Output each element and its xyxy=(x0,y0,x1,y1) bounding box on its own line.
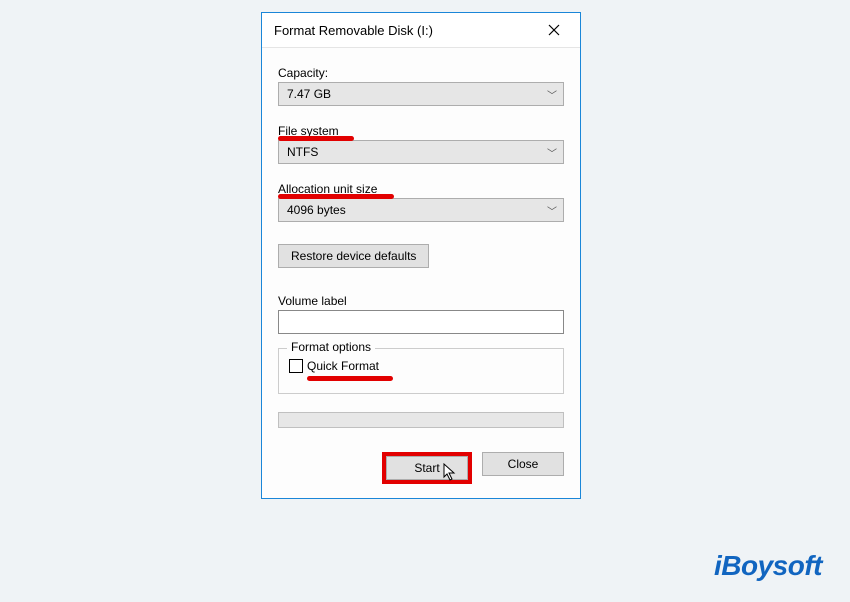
chevron-down-icon: ﹀ xyxy=(547,145,557,160)
dialog-button-row: Start Close xyxy=(278,452,564,484)
dialog-body: Capacity: 7.47 GB ﹀ File system NTFS ﹀ A… xyxy=(262,48,580,498)
filesystem-dropdown[interactable]: NTFS ﹀ xyxy=(278,140,564,164)
progress-bar xyxy=(278,412,564,428)
cursor-icon xyxy=(443,463,457,481)
checkbox-icon[interactable] xyxy=(289,359,303,373)
format-options-group: Format options Quick Format xyxy=(278,348,564,394)
chevron-down-icon: ﹀ xyxy=(547,203,557,218)
filesystem-label: File system xyxy=(278,124,339,138)
capacity-dropdown[interactable]: 7.47 GB ﹀ xyxy=(278,82,564,106)
allocation-value: 4096 bytes xyxy=(287,203,346,217)
dialog-title: Format Removable Disk (I:) xyxy=(274,23,433,38)
filesystem-value: NTFS xyxy=(287,145,318,159)
capacity-value: 7.47 GB xyxy=(287,87,331,101)
volume-label-label: Volume label xyxy=(278,294,347,308)
titlebar: Format Removable Disk (I:) xyxy=(262,13,580,48)
allocation-dropdown[interactable]: 4096 bytes ﹀ xyxy=(278,198,564,222)
quick-format-checkbox-row[interactable]: Quick Format xyxy=(289,359,553,373)
watermark-logo: iBoysoft xyxy=(714,550,822,582)
capacity-label: Capacity: xyxy=(278,66,328,80)
quick-format-label: Quick Format xyxy=(307,359,379,373)
volume-label-input[interactable] xyxy=(278,310,564,334)
restore-defaults-button[interactable]: Restore device defaults xyxy=(278,244,429,268)
allocation-label: Allocation unit size xyxy=(278,182,377,196)
close-button[interactable]: Close xyxy=(482,452,564,476)
close-icon[interactable] xyxy=(538,19,570,41)
chevron-down-icon: ﹀ xyxy=(547,87,557,102)
format-options-legend: Format options xyxy=(287,340,375,354)
start-button[interactable]: Start xyxy=(386,456,468,480)
format-dialog: Format Removable Disk (I:) Capacity: 7.4… xyxy=(261,12,581,499)
